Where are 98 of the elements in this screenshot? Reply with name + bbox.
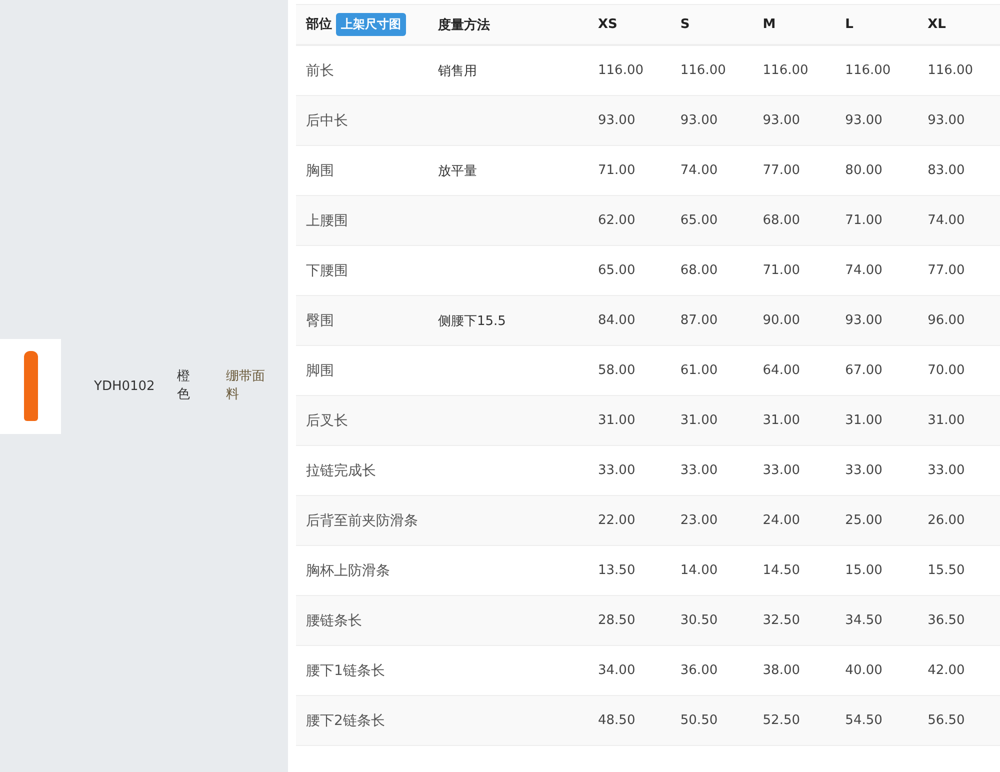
table-cell: 42.00 (928, 663, 965, 678)
table-cell: 116.00 (762, 63, 808, 78)
table-cell: 93.00 (598, 113, 636, 128)
table-cell: 93.00 (845, 313, 882, 328)
table-cell: 71.00 (598, 163, 636, 178)
table-cell: 销售用 (438, 64, 477, 78)
table-cell: 14.50 (762, 563, 800, 578)
table-cell: 71.00 (762, 263, 800, 278)
table-cell: 90.00 (762, 313, 800, 328)
table-cell: 31.00 (845, 413, 882, 428)
table-cell: 26.00 (928, 513, 965, 528)
table-cell-text: 拉链完成长 (306, 462, 376, 480)
column-header: S (680, 17, 690, 32)
column-header: M (762, 17, 776, 32)
table-cell: 31.00 (598, 413, 636, 428)
table-cell: 65.00 (680, 213, 718, 228)
table-cell-text: 腰下1链条长 (306, 662, 385, 680)
table-cell: 77.00 (928, 263, 965, 278)
table-cell: 14.00 (680, 563, 718, 578)
table-cell: 87.00 (680, 313, 718, 328)
table-cell: 62.00 (598, 213, 636, 228)
table-cell: 68.00 (762, 213, 800, 228)
table-cell: 67.00 (845, 363, 882, 378)
table-cell: 58.00 (598, 363, 636, 378)
table-cell: 23.00 (680, 513, 718, 528)
table-cell: 31.00 (762, 413, 800, 428)
column-header: XL (928, 17, 946, 32)
table-cell: 116.00 (845, 63, 891, 78)
table-cell: 36.50 (928, 613, 965, 628)
table-cell: 65.00 (598, 263, 636, 278)
table-cell: 74.00 (680, 163, 718, 178)
table-cell: 15.00 (845, 563, 882, 578)
column-header: 部位 (306, 17, 332, 32)
table-cell: 25.00 (845, 513, 882, 528)
table-cell: 31.00 (928, 413, 965, 428)
table-cell: 74.00 (928, 213, 965, 228)
table-cell: 33.00 (845, 463, 882, 478)
size-chart-button[interactable]: 上架尺寸图 (336, 13, 406, 36)
table-cell: 96.00 (928, 313, 965, 328)
table-cell: 22.00 (598, 513, 636, 528)
table-cell: 36.00 (680, 663, 718, 678)
table-cell: 116.00 (928, 63, 974, 78)
table-cell: 61.00 (680, 363, 718, 378)
column-header: 度量方法 (438, 18, 490, 32)
table-cell: 30.50 (680, 613, 718, 628)
table-cell: 68.00 (680, 263, 718, 278)
table-cell-text: 后中长 (306, 112, 348, 130)
table-cell: 52.50 (762, 713, 800, 728)
table-cell: 64.00 (762, 363, 800, 378)
product-fabric: 绷带面料 (226, 368, 266, 404)
table-cell: 77.00 (762, 163, 800, 178)
table-cell: 24.00 (762, 513, 800, 528)
table-cell: 54.50 (845, 713, 882, 728)
table-cell-text: 上腰围 (306, 212, 348, 230)
table-cell: 33.00 (762, 463, 800, 478)
table-cell: 116.00 (598, 63, 644, 78)
table-cell: 28.50 (598, 613, 636, 628)
table-cell-text: 后叉长 (306, 412, 348, 430)
table-cell: 15.50 (928, 563, 965, 578)
table-cell: 33.00 (680, 463, 718, 478)
table-cell-text: 胸围 (306, 162, 334, 180)
table-cell: 34.50 (845, 613, 882, 628)
table-cell: 93.00 (845, 113, 882, 128)
table-cell-text: 腰下2链条长 (306, 712, 385, 730)
column-header: XS (598, 17, 618, 32)
table-cell: 74.00 (845, 263, 882, 278)
table-cell: 93.00 (680, 113, 718, 128)
product-code: YDH0102 (94, 378, 155, 394)
table-cell: 116.00 (680, 63, 726, 78)
table-cell: 70.00 (928, 363, 965, 378)
table-cell-text: 下腰围 (306, 262, 348, 280)
table-cell: 38.00 (762, 663, 800, 678)
table-cell-text: 臀围 (306, 312, 334, 330)
table-cell: 84.00 (598, 313, 636, 328)
column-header: L (845, 17, 854, 32)
table-cell: 48.50 (598, 713, 636, 728)
table-cell: 83.00 (928, 163, 965, 178)
table-cell: 34.00 (598, 663, 636, 678)
table-cell-text: 脚围 (306, 362, 334, 380)
table-cell: 80.00 (845, 163, 882, 178)
table-cell: 71.00 (845, 213, 882, 228)
table-cell: 93.00 (762, 113, 800, 128)
table-cell-text: 胸杯上防滑条 (306, 562, 390, 580)
table-cell: 93.00 (928, 113, 965, 128)
table-cell: 31.00 (680, 413, 718, 428)
table-cell: 33.00 (928, 463, 965, 478)
table-cell: 33.00 (598, 463, 636, 478)
table-cell: 放平量 (438, 164, 477, 178)
table-cell: 32.50 (762, 613, 800, 628)
table-cell-text: 后背至前夹防滑条 (306, 512, 418, 530)
table-cell: 40.00 (845, 663, 882, 678)
table-cell: 13.50 (598, 563, 636, 578)
table-cell: 侧腰下15.5 (438, 314, 506, 328)
table-cell: 50.50 (680, 713, 718, 728)
table-cell-text: 前长 (306, 62, 334, 80)
product-color: 橙色 (176, 368, 191, 404)
table-cell-text: 腰链条长 (306, 612, 362, 630)
table-cell: 56.50 (928, 713, 965, 728)
